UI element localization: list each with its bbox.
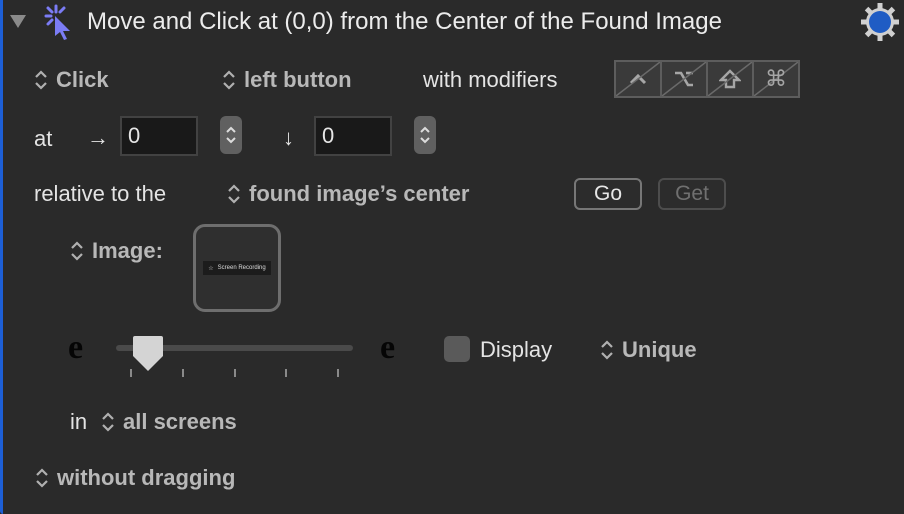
shift-modifier-button[interactable] xyxy=(708,62,754,96)
gear-menu-button[interactable] xyxy=(860,2,900,47)
at-label: at xyxy=(34,126,53,151)
right-arrow-icon: → xyxy=(87,125,109,150)
chevron-updown-icon xyxy=(71,241,83,261)
command-key-icon: ⌘ xyxy=(765,66,787,91)
gear-icon xyxy=(861,3,899,41)
stepper-arrows-icon xyxy=(420,126,430,144)
drag-popup[interactable]: without dragging xyxy=(35,465,235,491)
fuzz-slider-thumb[interactable] xyxy=(132,336,164,377)
mouse-button-popup[interactable]: left button xyxy=(222,67,352,93)
vertical-offset-stepper[interactable] xyxy=(414,116,436,154)
slider-tick xyxy=(337,369,339,377)
vertical-offset-field[interactable] xyxy=(314,116,392,156)
chevron-updown-icon xyxy=(102,412,114,432)
action-title: Move and Click at (0,0) from the Center … xyxy=(87,8,722,35)
chevron-updown-icon xyxy=(35,70,47,90)
click-type-value: Click xyxy=(56,67,109,92)
chevron-updown-icon xyxy=(601,340,613,360)
in-label: in xyxy=(70,409,88,434)
relative-to-label: relative to the xyxy=(34,181,167,206)
mouse-button-value: left button xyxy=(244,67,352,92)
display-label: Display xyxy=(480,337,553,362)
unique-popup[interactable]: Unique xyxy=(600,337,697,363)
click-type-popup[interactable]: Click xyxy=(34,67,109,93)
slider-tick xyxy=(285,369,288,377)
relative-position-value: found image’s center xyxy=(249,181,470,206)
drag-value: without dragging xyxy=(57,465,236,490)
image-source-value: Image: xyxy=(92,238,163,263)
screens-popup[interactable]: all screens xyxy=(101,409,237,435)
relative-position-popup[interactable]: found image’s center xyxy=(227,181,469,207)
image-source-popup[interactable]: Image: xyxy=(70,238,163,264)
option-modifier-button[interactable] xyxy=(662,62,708,96)
fuzz-max-icon: e xyxy=(380,329,396,366)
slider-tick xyxy=(130,369,132,377)
image-well[interactable]: ☆ Screen Recording xyxy=(193,224,281,312)
chevron-updown-icon xyxy=(223,70,235,90)
fuzz-min-icon: e xyxy=(68,329,84,366)
slider-tick xyxy=(181,369,184,377)
modifier-buttons: ⌘ xyxy=(614,60,800,98)
disclosure-triangle[interactable] xyxy=(9,13,27,34)
get-button[interactable]: Get xyxy=(658,178,726,210)
screens-value: all screens xyxy=(123,409,237,434)
cursor-click-icon xyxy=(42,4,76,47)
display-checkbox[interactable] xyxy=(444,336,470,362)
image-thumbnail: ☆ Screen Recording xyxy=(203,261,271,275)
chevron-updown-icon xyxy=(36,468,48,488)
down-arrow-icon: ↓ xyxy=(283,125,294,150)
command-modifier-button[interactable]: ⌘ xyxy=(754,62,798,96)
slider-tick xyxy=(233,369,236,377)
horizontal-offset-field[interactable] xyxy=(120,116,198,156)
horizontal-offset-stepper[interactable] xyxy=(220,116,242,154)
thumbnail-text: Screen Recording xyxy=(217,265,266,271)
unique-value: Unique xyxy=(622,337,697,362)
chevron-updown-icon xyxy=(228,184,240,204)
modifiers-label: with modifiers xyxy=(423,67,558,92)
stepper-arrows-icon xyxy=(226,126,236,144)
star-icon: ☆ xyxy=(208,265,214,272)
control-modifier-button[interactable] xyxy=(616,62,662,96)
selection-edge xyxy=(0,0,3,514)
go-button[interactable]: Go xyxy=(574,178,642,210)
triangle-down-icon xyxy=(10,15,26,28)
